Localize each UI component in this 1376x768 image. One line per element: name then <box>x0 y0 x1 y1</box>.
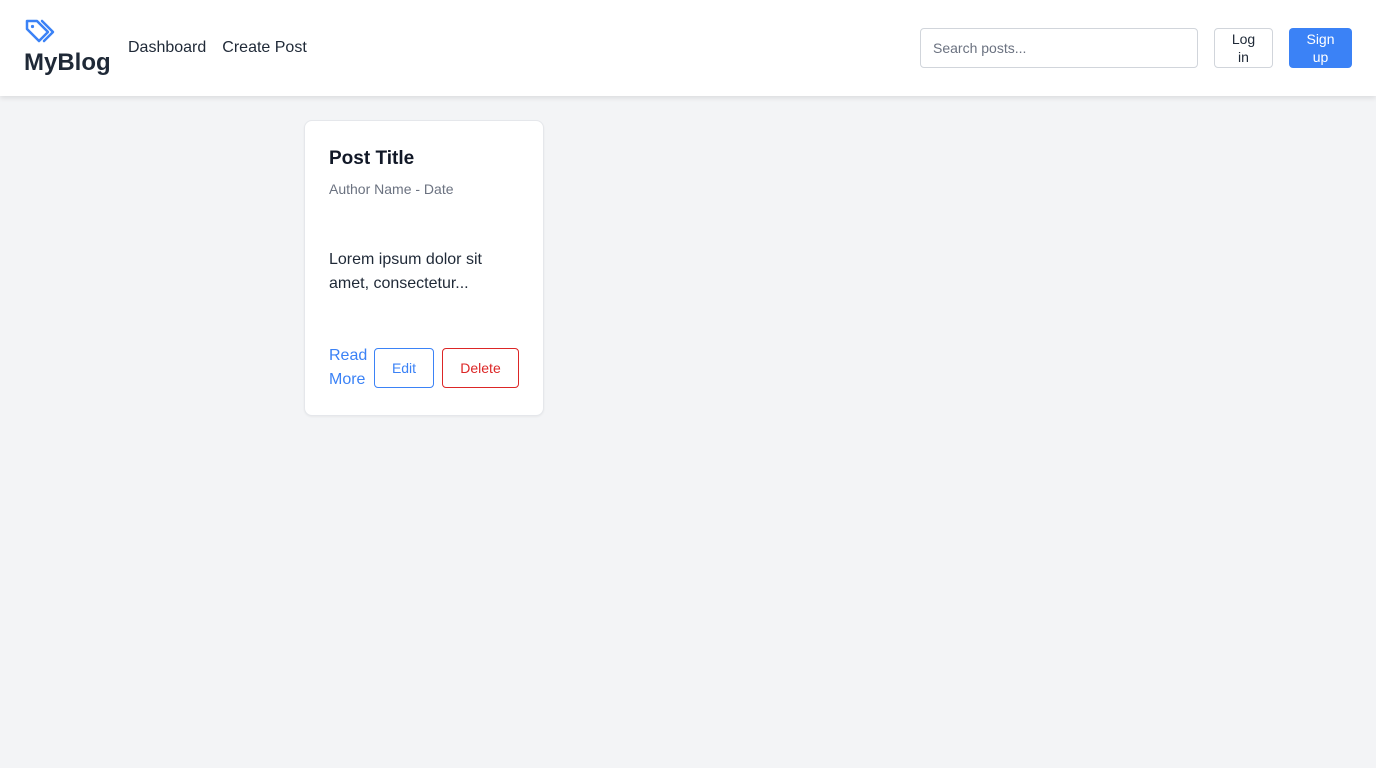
post-title: Post Title <box>329 148 415 169</box>
brand[interactable]: MyBlog <box>24 18 111 77</box>
delete-button[interactable]: Delete <box>442 348 519 388</box>
read-more-link[interactable]: Read More <box>329 344 371 392</box>
post-meta: Author Name - Date <box>329 181 454 197</box>
signup-button[interactable]: Sign up <box>1289 28 1352 68</box>
search-input[interactable] <box>920 28 1198 68</box>
post-actions: Read More Edit Delete <box>329 344 519 392</box>
edit-button[interactable]: Edit <box>374 348 434 388</box>
login-button[interactable]: Log in <box>1214 28 1273 68</box>
tags-icon <box>25 19 55 43</box>
brand-name: MyBlog <box>24 49 111 76</box>
post-excerpt: Lorem ipsum dolor sit amet, consectetur.… <box>329 251 482 292</box>
nav-link-create-post[interactable]: Create Post <box>222 38 306 58</box>
nav-link-dashboard[interactable]: Dashboard <box>128 38 206 58</box>
post-card: Post Title Author Name - Date Lorem ipsu… <box>304 120 544 416</box>
main-nav: Dashboard Create Post <box>128 38 307 58</box>
top-navbar: MyBlog Dashboard Create Post Log in Sign… <box>0 0 1376 96</box>
